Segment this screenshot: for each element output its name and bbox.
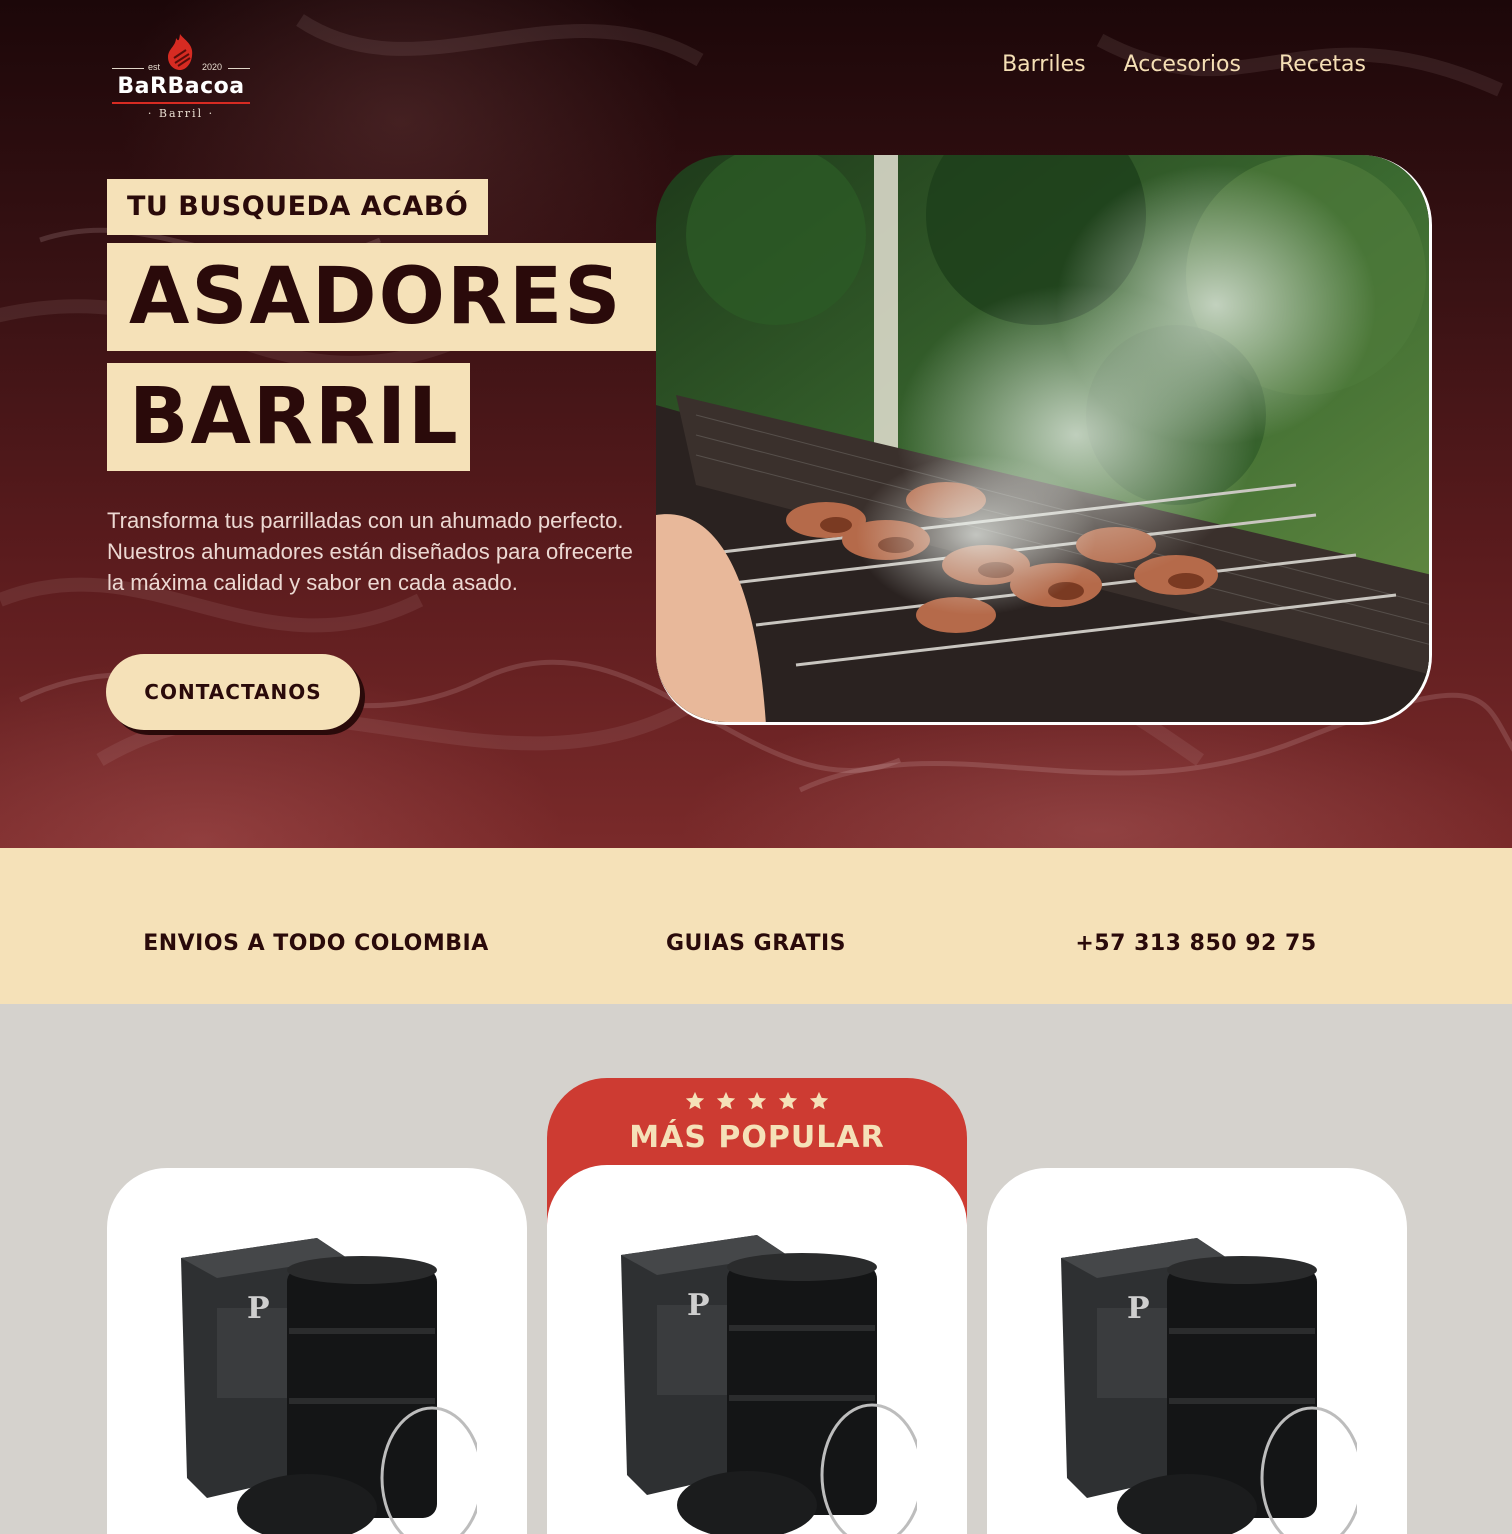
nav-item-accesorios[interactable]: Accesorios xyxy=(1124,52,1241,77)
svg-text:P: P xyxy=(1127,1291,1150,1326)
product-card[interactable]: P xyxy=(547,1165,967,1534)
star-icon xyxy=(716,1091,736,1110)
grill-image xyxy=(656,155,1429,722)
hero-headline-line2: BARRIL xyxy=(107,363,470,471)
feature-shipping: ENVIOS A TODO COLOMBIA xyxy=(143,931,489,956)
logo-est: est xyxy=(148,62,161,72)
barrel-smoker-image: P xyxy=(181,1238,477,1534)
most-popular-label: MÁS POPULAR xyxy=(629,1120,885,1155)
product-card[interactable]: P xyxy=(987,1168,1407,1534)
brand-logo[interactable]: est 2020 BaRBacoa · Barril · xyxy=(108,30,254,124)
star-icon xyxy=(685,1091,704,1110)
hero-tagline: TU BUSQUEDA ACABÓ xyxy=(107,179,489,235)
contact-button[interactable]: CONTACTANOS xyxy=(106,654,360,730)
nav-item-recetas[interactable]: Recetas xyxy=(1279,52,1366,77)
svg-text:P: P xyxy=(687,1288,710,1323)
rating-stars xyxy=(547,1090,967,1116)
feature-guides: GUIAS GRATIS xyxy=(666,931,846,956)
hero-section: est 2020 BaRBacoa · Barril · Barriles Ac… xyxy=(0,0,1512,848)
logo-wordmark: BaRBacoa xyxy=(117,74,245,99)
svg-text:P: P xyxy=(247,1291,270,1326)
logo-year: 2020 xyxy=(202,62,223,72)
flame-icon xyxy=(168,34,193,70)
features-strip: ENVIOS A TODO COLOMBIA GUIAS GRATIS +57 … xyxy=(0,848,1512,1004)
star-icon xyxy=(810,1091,829,1110)
main-nav: Barriles Accesorios Recetas xyxy=(1002,52,1366,77)
feature-phone[interactable]: +57 313 850 92 75 xyxy=(976,848,1416,1004)
logo-underline xyxy=(112,102,250,104)
logo-rule-left xyxy=(112,68,144,69)
hero-description: Transforma tus parrilladas con un ahumad… xyxy=(107,508,633,595)
product-card[interactable]: P xyxy=(107,1168,527,1534)
star-icon xyxy=(747,1091,767,1110)
logo-subtitle: · Barril · xyxy=(147,107,215,120)
hero-grill-photo xyxy=(656,155,1432,725)
barrel-smoker-image: P xyxy=(1061,1238,1357,1534)
nav-item-barriles[interactable]: Barriles xyxy=(1002,52,1086,77)
star-icon xyxy=(778,1091,798,1110)
barrel-smoker-image: P xyxy=(621,1235,917,1534)
logo-rule-right xyxy=(228,68,250,69)
